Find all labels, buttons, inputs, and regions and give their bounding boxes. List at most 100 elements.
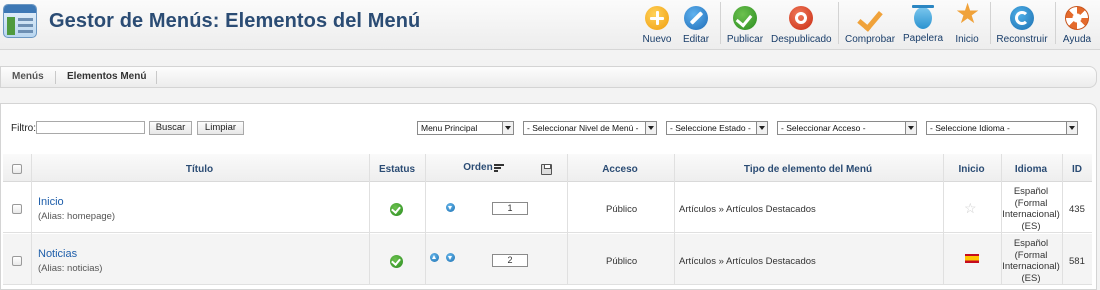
- menu-select[interactable]: Menu Principal: [417, 121, 514, 135]
- main-panel: Filtro: Buscar Limpiar Menu Principal - …: [0, 103, 1097, 290]
- edit-button[interactable]: Editar: [680, 4, 712, 46]
- chevron-down-icon: [502, 122, 513, 134]
- refresh-icon: [1010, 6, 1034, 30]
- column-language[interactable]: Idioma: [1001, 164, 1061, 175]
- item-id: 581: [1069, 256, 1085, 267]
- submenu-divider: [156, 71, 157, 84]
- rebuild-button[interactable]: Reconstruir: [996, 4, 1048, 46]
- clear-button[interactable]: Limpiar: [197, 121, 244, 135]
- publish-button[interactable]: Publicar: [726, 4, 764, 46]
- access-value: Público: [606, 256, 638, 267]
- column-access[interactable]: Acceso: [567, 164, 673, 175]
- column-divider: [943, 154, 944, 285]
- menu-select-value: Menu Principal: [421, 123, 478, 133]
- column-order[interactable]: Orden: [463, 162, 493, 173]
- star-outline-icon[interactable]: ☆: [964, 201, 977, 215]
- menu-manager-icon: [3, 4, 37, 38]
- item-type: Artículos » Artículos Destacados: [679, 204, 816, 215]
- language-line: Español: [1013, 186, 1049, 197]
- submenu-item-menus[interactable]: Menús: [12, 71, 44, 82]
- language-line: (ES): [1021, 220, 1041, 232]
- column-type[interactable]: Tipo de elemento del Menú: [674, 164, 942, 175]
- toolbar-divider: [1055, 2, 1056, 44]
- toolbar-divider: [720, 2, 721, 44]
- header-toolbar: Gestor de Menús: Elementos del Menú Nuev…: [0, 0, 1100, 50]
- item-id: 435: [1069, 204, 1085, 215]
- toolbar-divider: [990, 2, 991, 44]
- checkmark-icon: [858, 6, 882, 30]
- item-type: Artículos » Artículos Destacados: [679, 256, 816, 267]
- filter-input[interactable]: [36, 121, 145, 134]
- pencil-icon: [684, 6, 708, 30]
- item-title-link[interactable]: Noticias: [38, 248, 77, 260]
- home-button[interactable]: Inicio: [953, 0, 981, 46]
- state-select[interactable]: - Seleccione Estado -: [666, 121, 768, 135]
- item-language: Español (Formal Internacional) (ES): [1002, 186, 1060, 232]
- level-select-value: - Seleccionar Nivel de Menú -: [527, 123, 639, 133]
- access-select[interactable]: - Seleccionar Acceso -: [777, 121, 917, 135]
- chevron-down-icon: [905, 122, 916, 134]
- language-line: Internacional): [1002, 261, 1060, 272]
- submenu-item-menu-items[interactable]: Elementos Menú: [67, 71, 146, 82]
- chevron-down-icon: [645, 122, 656, 134]
- edit-button-label: Editar: [682, 34, 710, 45]
- new-button-label: Nuevo: [642, 34, 672, 45]
- save-order-icon[interactable]: [541, 164, 552, 175]
- language-line: Español: [1013, 238, 1049, 249]
- star-icon: [955, 0, 980, 30]
- state-select-value: - Seleccione Estado -: [670, 123, 751, 133]
- column-divider: [31, 154, 32, 285]
- language-line: (Formal: [1014, 197, 1048, 209]
- chevron-down-icon: [1066, 122, 1077, 134]
- checkin-button[interactable]: Comprobar: [845, 4, 895, 46]
- item-language: Español (Formal Internacional) (ES): [1002, 238, 1060, 284]
- published-icon[interactable]: [390, 255, 403, 268]
- unpublish-button[interactable]: Despublicado: [771, 4, 832, 46]
- new-button[interactable]: Nuevo: [640, 4, 674, 46]
- order-input[interactable]: 2: [492, 254, 528, 267]
- unpublish-button-label: Despublicado: [771, 34, 832, 45]
- stop-circle-icon: [789, 6, 813, 30]
- column-divider: [1062, 154, 1063, 285]
- column-status[interactable]: Estatus: [369, 164, 425, 175]
- language-select[interactable]: - Seleccione Idioma -: [926, 121, 1078, 135]
- toolbar-divider: [838, 2, 839, 44]
- trash-button[interactable]: Papelera: [902, 4, 944, 46]
- home-button-label: Inicio: [955, 34, 979, 45]
- access-value: Público: [606, 204, 638, 215]
- published-icon[interactable]: [390, 203, 403, 216]
- row-checkbox[interactable]: [12, 256, 22, 266]
- move-down-icon[interactable]: [446, 253, 455, 262]
- table-row: Inicio (Alias: homepage) 1 Público Artíc…: [3, 182, 1092, 233]
- sort-icon[interactable]: [494, 164, 504, 173]
- language-select-value: - Seleccione Idioma -: [930, 123, 1010, 133]
- item-title-link[interactable]: Inicio: [38, 196, 64, 208]
- move-up-icon[interactable]: [430, 253, 439, 262]
- plus-circle-icon: [645, 6, 669, 30]
- order-input[interactable]: 1: [492, 202, 528, 215]
- trash-button-label: Papelera: [902, 33, 944, 44]
- column-divider: [674, 154, 675, 285]
- column-divider: [567, 154, 568, 285]
- select-all-checkbox[interactable]: [12, 164, 22, 174]
- submenu-divider: [55, 71, 56, 84]
- row-checkbox[interactable]: [12, 204, 22, 214]
- help-button[interactable]: Ayuda: [1061, 4, 1093, 46]
- trash-icon: [912, 5, 934, 29]
- check-circle-icon: [733, 6, 757, 30]
- checkin-button-label: Comprobar: [845, 34, 896, 45]
- spain-flag-icon: [965, 254, 979, 263]
- item-alias: (Alias: homepage): [38, 211, 116, 222]
- page-title: Gestor de Menús: Elementos del Menú: [49, 10, 421, 32]
- column-title[interactable]: Título: [31, 164, 368, 175]
- column-divider: [425, 154, 426, 285]
- chevron-down-icon: [756, 122, 767, 134]
- table-header: Título Estatus Orden Acceso Tipo de elem…: [3, 154, 1092, 182]
- move-down-icon[interactable]: [446, 203, 455, 212]
- publish-button-label: Publicar: [726, 34, 764, 45]
- search-button[interactable]: Buscar: [149, 121, 192, 135]
- level-select[interactable]: - Seleccionar Nivel de Menú -: [523, 121, 657, 135]
- column-id[interactable]: ID: [1062, 164, 1092, 175]
- submenu: Menús Elementos Menú: [0, 66, 1097, 88]
- column-home[interactable]: Inicio: [943, 164, 1000, 175]
